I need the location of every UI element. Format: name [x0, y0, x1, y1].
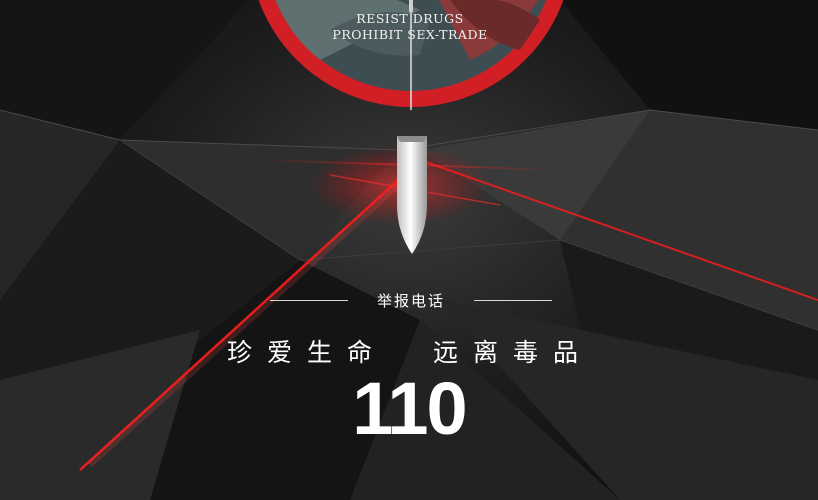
slogan: 珍爱生命 远离毒品 — [227, 338, 593, 367]
tagline-prohibit-sex-trade: PROHIBIT SEX-TRADE — [332, 27, 488, 42]
tagline-resist-drugs: RESIST DRUGS — [356, 11, 464, 26]
divider-right — [473, 299, 552, 301]
hotline-heading: 举报电话 — [270, 289, 552, 311]
anti-drug-poster: RESIST DRUGS PROHIBIT SEX-TRADE 举报电话 珍爱生… — [0, 0, 818, 500]
divider-left — [270, 299, 348, 301]
hotline-label: 举报电话 — [376, 291, 445, 310]
needle-tip-icon — [397, 136, 427, 254]
hotline-number: 110 — [352, 367, 467, 450]
